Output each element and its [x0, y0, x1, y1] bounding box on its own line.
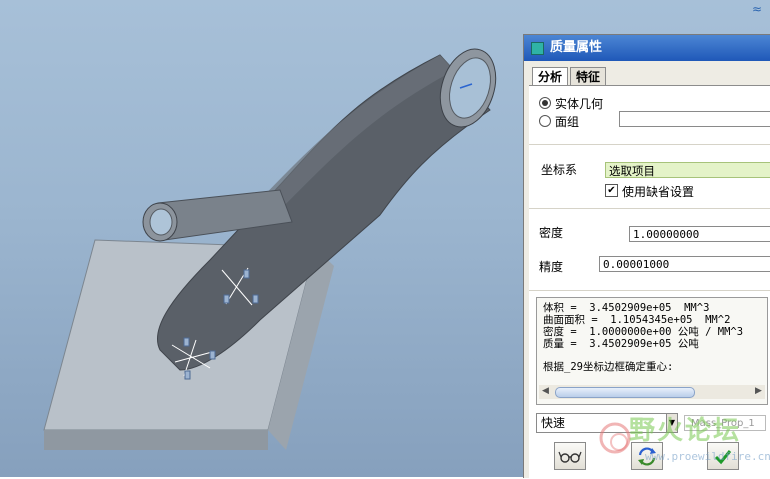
accuracy-label: 精度: [539, 260, 564, 274]
mode-select[interactable]: 快速: [536, 413, 676, 433]
glasses-icon: [558, 451, 582, 463]
quilt-label: 面组: [555, 115, 580, 129]
result-surface-area: 曲面面积 = 1.1054345e+05 MM^2: [543, 314, 731, 326]
plate-front: [44, 430, 268, 450]
mass-properties-dialog: 质量属性 分析 特征 实体几何 面组 坐标系 选取项目 ✔ 使用缺省设置 密度 …: [523, 34, 770, 479]
scroll-left-icon[interactable]: ◀: [542, 386, 549, 396]
side-pipe-end-inner: [149, 208, 173, 236]
result-mass: 质量 = 3.4502909e+05 公吨: [543, 338, 699, 350]
dialog-title: 质量属性: [550, 40, 603, 55]
ok-button[interactable]: [707, 442, 739, 470]
scroll-right-icon[interactable]: ▶: [755, 386, 762, 396]
checkmark-icon: [714, 450, 732, 465]
use-default-checkbox[interactable]: ✔: [605, 184, 618, 197]
density-input[interactable]: 1.00000000: [629, 226, 770, 242]
refresh-icon: [638, 447, 656, 466]
tab-analysis[interactable]: 分析: [532, 67, 569, 87]
results-box[interactable]: 体积 = 3.4502909e+05 MM^3 曲面面积 = 1.1054345…: [536, 297, 768, 405]
divider: [529, 290, 770, 291]
preview-button[interactable]: [554, 442, 586, 470]
results-scrollbar[interactable]: ◀ ▶: [539, 385, 765, 399]
chevron-down-icon[interactable]: ▼: [666, 413, 678, 433]
dialog-icon: [531, 42, 544, 55]
solid-geometry-radio[interactable]: [539, 97, 551, 109]
accuracy-input[interactable]: 0.00001000: [599, 256, 770, 272]
density-label: 密度: [539, 226, 564, 240]
csys-label: 坐标系: [541, 163, 578, 177]
dialog-titlebar[interactable]: 质量属性: [524, 35, 770, 61]
scroll-thumb[interactable]: [555, 387, 695, 398]
view-icon[interactable]: ≈: [752, 2, 766, 16]
result-volume: 体积 = 3.4502909e+05 MM^3: [543, 302, 710, 314]
divider: [529, 208, 770, 209]
quilt-field[interactable]: [619, 111, 770, 127]
solid-geometry-label: 实体几何: [555, 97, 604, 111]
csys-select-field[interactable]: 选取项目: [605, 162, 770, 178]
analysis-name-field[interactable]: Mass_Prop_1: [684, 415, 766, 431]
repeat-button[interactable]: [631, 442, 663, 470]
divider: [529, 144, 770, 145]
result-density: 密度 = 1.0000000e+00 公吨 / MM^3: [543, 326, 744, 338]
result-note: 根据_29坐标边框确定重心:: [543, 361, 674, 373]
tab-feature[interactable]: 特征: [570, 67, 607, 86]
model-view[interactable]: [0, 0, 523, 477]
quilt-radio[interactable]: [539, 115, 551, 127]
use-default-label: 使用缺省设置: [622, 185, 695, 199]
